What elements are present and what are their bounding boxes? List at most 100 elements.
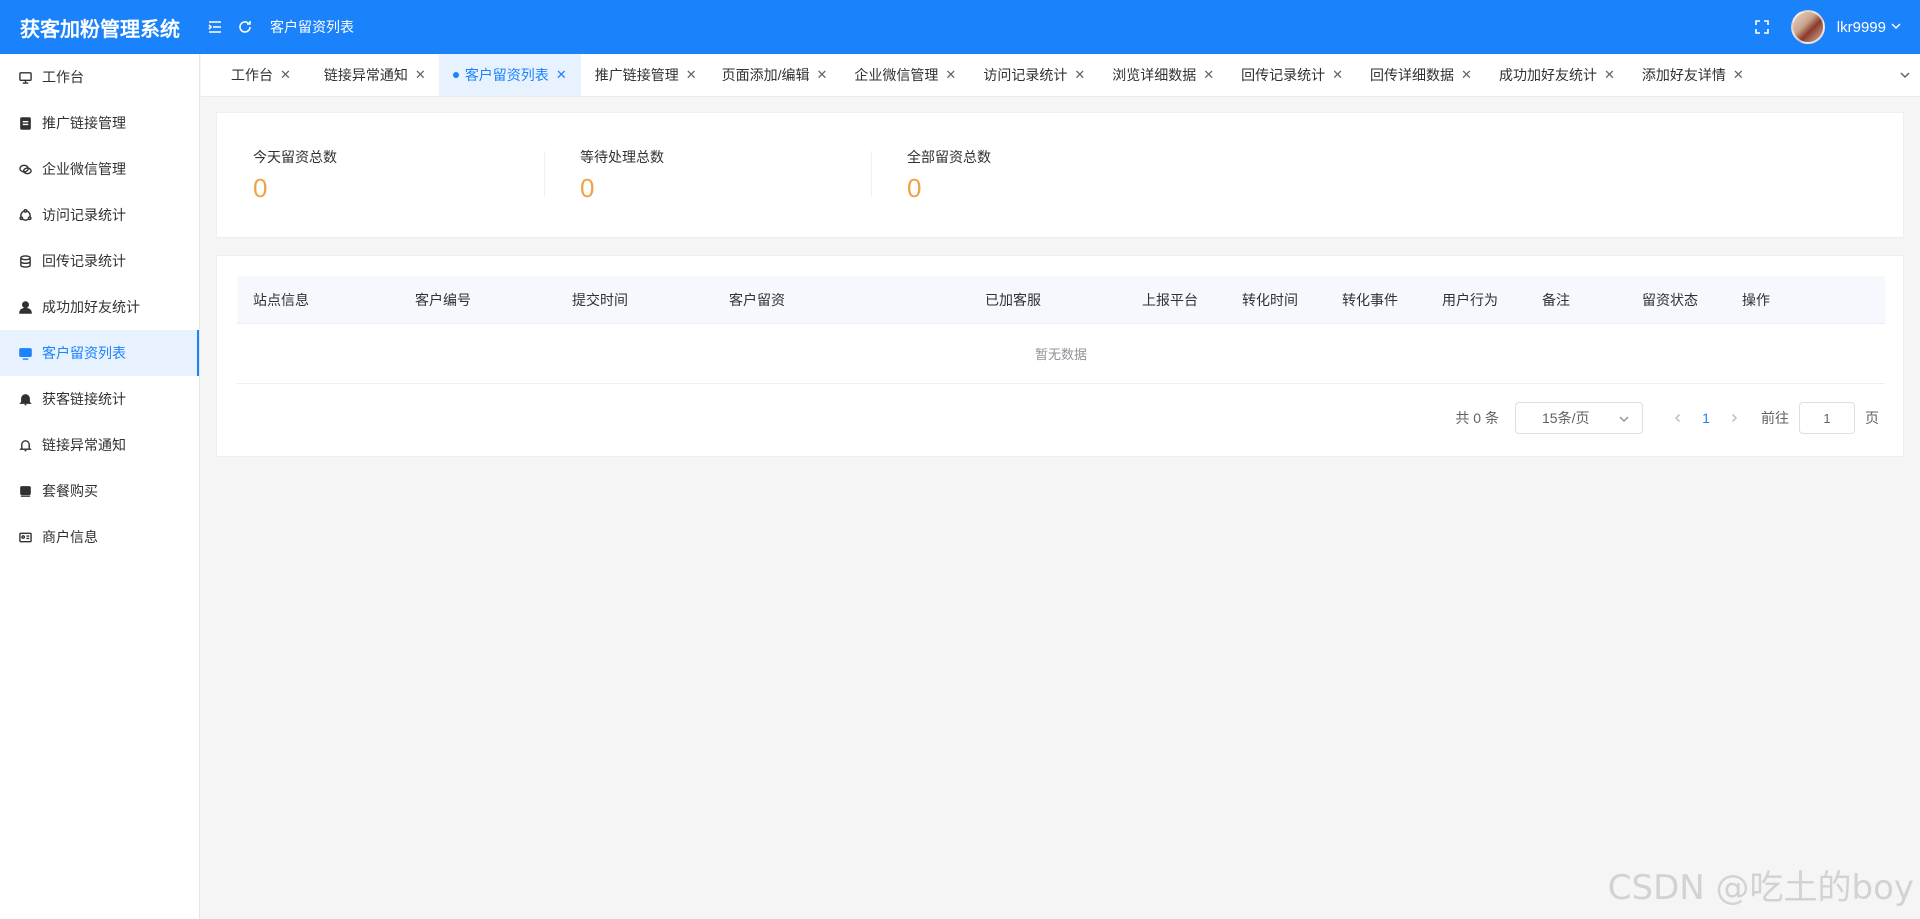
cycle-icon xyxy=(18,208,32,222)
sidebar-item-wecom[interactable]: 企业微信管理 xyxy=(0,146,199,192)
stat-today: 今天留资总数 0 xyxy=(217,147,544,203)
top-header: 获客加粉管理系统 客户留资列表 lkr9999 xyxy=(0,0,1920,54)
box-icon xyxy=(18,484,32,498)
empty-state: 暂无数据 xyxy=(237,324,1885,384)
tab-label: 链接异常通知 xyxy=(323,67,408,83)
stats-card: 今天留资总数 0 等待处理总数 0 全部留资总数 0 xyxy=(216,112,1904,238)
screen-icon xyxy=(18,346,32,360)
close-icon[interactable]: ✕ xyxy=(1203,67,1214,83)
active-dot-icon xyxy=(452,72,459,78)
stat-label: 等待处理总数 xyxy=(580,149,664,165)
close-icon[interactable]: ✕ xyxy=(1461,67,1472,83)
tab-callback-details[interactable]: 回传详细数据 ✕ xyxy=(1356,54,1485,96)
page-size-select[interactable]: 15条/页 xyxy=(1515,402,1643,434)
leads-table: 站点信息 客户编号 提交时间 客户留资 已加客服 上报平台 转化时间 转化事件 … xyxy=(237,276,1885,384)
close-icon[interactable]: ✕ xyxy=(817,67,828,83)
tabs-bar: 工作台 ✕ 链接异常通知 ✕ 客户留资列表 ✕ 推广链接管理 ✕ 页面添加/编辑 ✕ 企业… xyxy=(201,54,1920,97)
column-header: 客户留资 xyxy=(729,291,785,308)
sidebar-item-visit-stats[interactable]: 访问记录统计 xyxy=(0,192,199,238)
breadcrumb: 客户留资列表 xyxy=(270,19,354,35)
tab-label: 添加好友详情 xyxy=(1641,67,1726,83)
tab-wecom[interactable]: 企业微信管理 ✕ xyxy=(840,54,969,96)
refresh-icon[interactable] xyxy=(230,0,260,54)
sidebar-item-link-alerts[interactable]: 链接异常通知 xyxy=(0,422,199,468)
sidebar: 工作台 推广链接管理 企业微信管理 访问记录统计 回传记录统计 成功加好友统计 … xyxy=(0,54,200,919)
column-header: 转化事件 xyxy=(1342,291,1398,308)
tab-label: 页面添加/编辑 xyxy=(721,67,810,83)
stat-pending: 等待处理总数 0 xyxy=(544,147,871,203)
tab-label: 访问记录统计 xyxy=(983,67,1068,83)
tab-label: 客户留资列表 xyxy=(464,67,549,83)
chevron-down-icon[interactable] xyxy=(1886,19,1902,35)
column-header: 操作 xyxy=(1742,291,1770,308)
tab-label: 回传记录统计 xyxy=(1241,67,1326,83)
sidebar-item-friend-stats[interactable]: 成功加好友统计 xyxy=(0,284,199,330)
sidebar-item-label: 企业微信管理 xyxy=(42,161,126,177)
sidebar-item-label: 工作台 xyxy=(42,69,84,85)
monitor-icon xyxy=(18,70,32,84)
column-header: 备注 xyxy=(1542,291,1570,308)
tab-callback-stats[interactable]: 回传记录统计 ✕ xyxy=(1227,54,1356,96)
close-icon[interactable]: ✕ xyxy=(1604,67,1615,83)
id-card-icon xyxy=(18,530,32,544)
tab-friend-details[interactable]: 添加好友详情 ✕ xyxy=(1628,54,1757,96)
table-card: 站点信息 客户编号 提交时间 客户留资 已加客服 上报平台 转化时间 转化事件 … xyxy=(216,255,1904,457)
sidebar-item-label: 套餐购买 xyxy=(42,483,98,499)
column-header: 提交时间 xyxy=(572,291,628,308)
stat-label: 今天留资总数 xyxy=(253,149,337,165)
goto-page-input[interactable] xyxy=(1799,402,1855,434)
close-icon[interactable]: ✕ xyxy=(1332,67,1343,83)
tab-visit-stats[interactable]: 访问记录统计 ✕ xyxy=(969,54,1098,96)
close-icon[interactable]: ✕ xyxy=(945,67,956,83)
column-header: 客户编号 xyxy=(415,291,471,308)
stat-label: 全部留资总数 xyxy=(907,149,991,165)
app-title: 获客加粉管理系统 xyxy=(20,18,180,41)
sidebar-item-callback-stats[interactable]: 回传记录统计 xyxy=(0,238,199,284)
sidebar-item-package-purchase[interactable]: 套餐购买 xyxy=(0,468,199,514)
tab-friend-stats[interactable]: 成功加好友统计 ✕ xyxy=(1485,54,1628,96)
page-number[interactable]: 1 xyxy=(1691,410,1721,426)
close-icon[interactable]: ✕ xyxy=(280,67,291,83)
tab-label: 浏览详细数据 xyxy=(1112,67,1197,83)
avatar[interactable] xyxy=(1790,10,1825,44)
pagination-total: 共 0 条 xyxy=(1455,410,1499,426)
database-icon xyxy=(18,254,32,268)
sidebar-item-merchant-info[interactable]: 商户信息 xyxy=(0,514,199,560)
wechat-icon xyxy=(18,162,32,176)
sidebar-item-acquire-link-stats[interactable]: 获客链接统计 xyxy=(0,376,199,422)
column-header: 用户行为 xyxy=(1442,291,1498,308)
next-page-button[interactable] xyxy=(1721,413,1747,423)
tab-label: 成功加好友统计 xyxy=(1498,67,1597,83)
stat-all: 全部留资总数 0 xyxy=(871,147,1198,203)
bell-filled-icon xyxy=(18,392,32,406)
close-icon[interactable]: ✕ xyxy=(1733,67,1744,83)
watermark: CSDN @吃土的boy xyxy=(1607,868,1914,908)
chevron-down-icon[interactable] xyxy=(1890,54,1920,96)
tab-promo-links[interactable]: 推广链接管理 ✕ xyxy=(581,54,710,96)
close-icon[interactable]: ✕ xyxy=(415,67,426,83)
tab-link-alerts[interactable]: 链接异常通知 ✕ xyxy=(304,54,439,96)
column-header: 上报平台 xyxy=(1142,291,1198,308)
tab-label: 工作台 xyxy=(231,67,273,83)
username[interactable]: lkr9999 xyxy=(1837,19,1886,36)
tab-customer-leads[interactable]: 客户留资列表 ✕ xyxy=(438,54,581,96)
tab-browse-details[interactable]: 浏览详细数据 ✕ xyxy=(1098,54,1227,96)
close-icon[interactable]: ✕ xyxy=(686,67,697,83)
tab-workbench[interactable]: 工作台 ✕ xyxy=(201,54,304,96)
menu-toggle-icon[interactable] xyxy=(200,0,230,54)
close-icon[interactable]: ✕ xyxy=(556,67,567,83)
document-icon xyxy=(18,116,32,130)
sidebar-item-customer-leads[interactable]: 客户留资列表 xyxy=(0,330,199,376)
close-icon[interactable]: ✕ xyxy=(1074,67,1085,83)
sidebar-item-workbench[interactable]: 工作台 xyxy=(0,54,199,100)
fullscreen-icon[interactable] xyxy=(1747,0,1777,54)
prev-page-button[interactable] xyxy=(1665,413,1691,423)
sidebar-item-promo-links[interactable]: 推广链接管理 xyxy=(0,100,199,146)
pagination: 共 0 条 15条/页 1 前往 页 xyxy=(1455,402,1879,434)
tab-page-edit[interactable]: 页面添加/编辑 ✕ xyxy=(710,54,841,96)
sidebar-item-label: 客户留资列表 xyxy=(42,345,126,361)
sidebar-item-label: 商户信息 xyxy=(42,529,98,545)
page-size-value: 15条/页 xyxy=(1542,410,1590,426)
chevron-down-icon xyxy=(1619,416,1629,423)
tab-label: 推广链接管理 xyxy=(594,67,679,83)
